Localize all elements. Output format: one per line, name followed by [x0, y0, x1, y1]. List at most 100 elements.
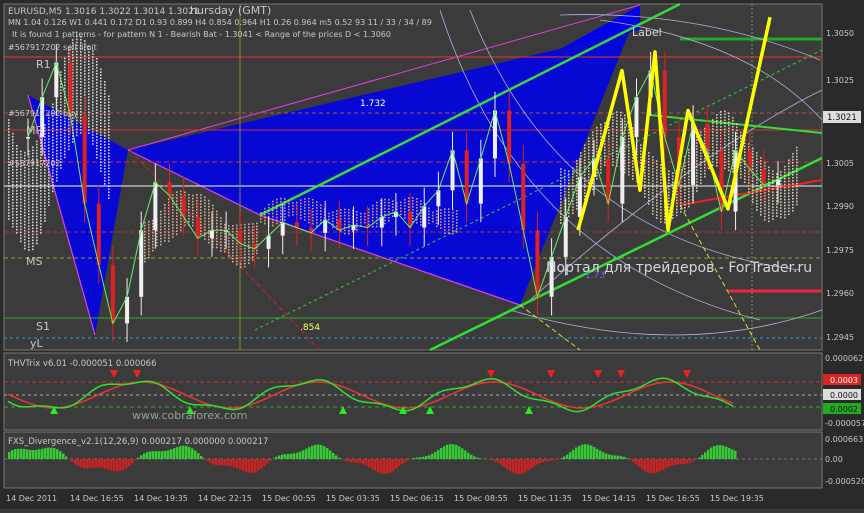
cloud-dot: [88, 123, 90, 125]
cloud-dot: [144, 258, 146, 260]
cloud-dot: [48, 141, 50, 143]
cloud-dot: [776, 215, 778, 217]
cloud-dot: [588, 170, 590, 172]
cloud-dot: [376, 208, 378, 210]
cloud-dot: [432, 218, 434, 220]
cloud-dot: [92, 140, 94, 142]
cloud-dot: [108, 128, 110, 130]
cloud-dot: [92, 101, 94, 103]
cloud-dot: [596, 136, 598, 138]
cloud-dot: [108, 185, 110, 187]
histogram-bar: [671, 459, 674, 466]
cloud-dot: [720, 117, 722, 119]
cloud-dot: [108, 179, 110, 181]
cloud-dot: [592, 189, 594, 191]
cloud-dot: [772, 203, 774, 205]
cloud-dot: [784, 193, 786, 195]
cloud-dot: [780, 216, 782, 218]
cloud-dot: [404, 202, 406, 204]
cloud-dot: [44, 169, 46, 171]
cloud-dot: [752, 196, 754, 198]
sell-limit-tag[interactable]: #567917202 sell limit: [8, 43, 97, 52]
cloud-dot: [92, 137, 94, 139]
cloud-dot: [788, 199, 790, 201]
cloud-dot: [560, 180, 562, 182]
cloud-dot: [204, 238, 206, 240]
cloud-dot: [40, 202, 42, 204]
cloud-dot: [360, 219, 362, 221]
cloud-dot: [44, 130, 46, 132]
cloud-dot: [684, 174, 686, 176]
cloud-dot: [12, 184, 14, 186]
cloud-dot: [784, 187, 786, 189]
cloud-dot: [40, 199, 42, 201]
cloud-dot: [632, 175, 634, 177]
candle-body: [281, 222, 285, 235]
cloud-dot: [760, 187, 762, 189]
cloud-dot: [16, 232, 18, 234]
cloud-dot: [568, 192, 570, 194]
cloud-dot: [796, 180, 798, 182]
cloud-dot: [736, 133, 738, 135]
cloud-dot: [32, 174, 34, 176]
cloud-dot: [176, 212, 178, 214]
div-axis-zero: 0.00: [825, 455, 843, 464]
cloud-dot: [104, 108, 106, 110]
cloud-dot: [432, 221, 434, 223]
cloud-dot: [8, 188, 10, 190]
cloud-dot: [236, 237, 238, 239]
cloud-dot: [616, 150, 618, 152]
cloud-dot: [168, 240, 170, 242]
chart-canvas[interactable]: EURUSD,M5 1.3016 1.3022 1.3014 1.3021 hu…: [0, 0, 864, 509]
cloud-dot: [80, 90, 82, 92]
histogram-bar: [59, 451, 62, 459]
cloud-dot: [680, 208, 682, 210]
histogram-bar: [707, 450, 710, 459]
cloud-dot: [304, 210, 306, 212]
cloud-dot: [780, 201, 782, 203]
cloud-dot: [764, 219, 766, 221]
cloud-dot: [280, 210, 282, 212]
cloud-dot: [176, 227, 178, 229]
cloud-dot: [280, 213, 282, 215]
histogram-bar: [212, 459, 215, 464]
cloud-dot: [340, 212, 342, 214]
time-tick-label: 15 Dec 08:55: [454, 494, 508, 503]
cloud-dot: [716, 147, 718, 149]
cloud-dot: [220, 226, 222, 228]
histogram-bar: [62, 454, 65, 459]
histogram-bar: [719, 445, 722, 459]
cloud-dot: [104, 177, 106, 179]
histogram-bar: [395, 459, 398, 469]
cloud-dot: [216, 241, 218, 243]
cloud-dot: [620, 112, 622, 114]
cloud-dot: [68, 143, 70, 145]
cloud-dot: [184, 192, 186, 194]
buy-tag[interactable]: #567917202 buy: [8, 109, 78, 118]
cloud-dot: [600, 166, 602, 168]
order-tag[interactable]: #567917202: [8, 159, 61, 168]
cloud-dot: [36, 192, 38, 194]
cloud-dot: [100, 110, 102, 112]
cloud-dot: [92, 74, 94, 76]
cloud-dot: [256, 241, 258, 243]
cloud-dot: [12, 193, 14, 195]
pattern-label: Label: [632, 26, 662, 39]
cloud-dot: [792, 183, 794, 185]
cloud-dot: [36, 174, 38, 176]
cloud-dot: [560, 189, 562, 191]
cloud-dot: [76, 57, 78, 59]
cloud-dot: [68, 56, 70, 58]
cloud-dot: [192, 195, 194, 197]
cloud-dot: [400, 202, 402, 204]
cloud-dot: [108, 182, 110, 184]
cloud-dot: [632, 163, 634, 165]
histogram-bar: [578, 446, 581, 459]
histogram-bar: [572, 450, 575, 459]
cloud-dot: [620, 115, 622, 117]
histogram-bar: [227, 459, 230, 466]
cloud-dot: [100, 128, 102, 130]
cloud-dot: [36, 150, 38, 152]
cloud-dot: [100, 83, 102, 85]
cloud-dot: [344, 212, 346, 214]
